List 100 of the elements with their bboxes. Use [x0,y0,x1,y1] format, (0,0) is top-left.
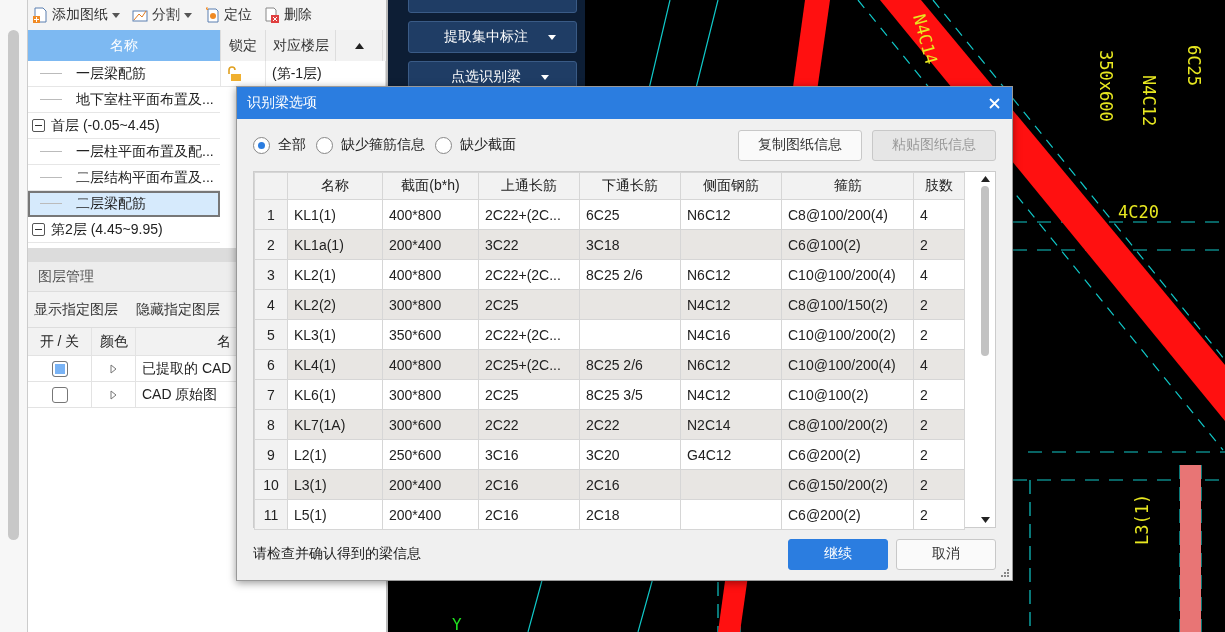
table-cell: C8@100/200(2) [781,409,914,440]
table-cell: C10@100/200(4) [781,349,914,380]
toolbar-button[interactable]: 定位 [204,6,252,24]
cad-annotation: 6C25 [1184,45,1204,86]
table-cell: 250*600 [382,439,479,470]
resize-grip-icon[interactable] [1001,569,1010,578]
table-cell: KL7(1A) [287,409,383,440]
layer-action-button[interactable]: 显示指定图层 [34,300,118,319]
collapse-icon[interactable] [32,223,45,236]
table-cell: C6@150/200(2) [781,469,914,500]
toolbar-button[interactable]: 删除 [264,6,312,24]
filter-radio[interactable]: 缺少箍筋信息 [316,136,425,154]
table-cell: N2C14 [680,409,782,440]
row-number: 4 [254,289,288,320]
scrollbar-thumb[interactable] [981,186,989,356]
layer-checkbox[interactable] [51,360,68,377]
cad-annotation: 350x600 [1096,50,1116,122]
expand-triangle-icon[interactable] [110,389,117,400]
cad-annotation: L3(1) [1132,493,1152,545]
table-cell: 2 [913,319,965,350]
table-cell: 2C22+(2C... [478,259,580,290]
table-cell: L5(1) [287,499,383,530]
table-cell: 2 [913,289,965,320]
table-cell: 2C16 [579,469,681,500]
layer-action-button[interactable]: 隐藏指定图层 [136,300,220,319]
panel-title: 图层管理 [38,267,94,286]
filter-radio[interactable]: 全部 [253,136,306,154]
split-icon [132,7,148,23]
tree-row[interactable]: 二层梁配筋 [28,191,220,217]
table-cell: 2C25 [478,379,580,410]
table-cell: 200*400 [382,469,479,500]
cad-annotation: N4C14 [909,11,942,67]
table-cell: N4C12 [680,379,782,410]
close-button[interactable] [989,97,1000,109]
row-number: 10 [254,469,288,500]
table-cell: 2 [913,229,965,260]
tool-button[interactable]: 提取集中标注 [408,21,577,53]
axis-label: Y [452,615,462,632]
table-cell: KL1(1) [287,199,383,230]
locate-icon [204,7,220,23]
row-number: 9 [254,439,288,470]
toolbar-button[interactable]: 分割 [132,6,192,24]
table-cell: 400*800 [382,349,479,380]
table-cell: 2 [913,409,965,440]
column-header: 名称 [28,30,221,61]
table-cell: C6@100(2) [781,229,914,260]
hint-text: 请检查并确认得到的梁信息 [253,545,421,563]
table-cell: 400*800 [382,199,479,230]
table-cell: KL1a(1) [287,229,383,260]
table-cell: 2C22 [478,409,580,440]
table-cell: 350*600 [382,319,479,350]
add-document-icon [32,7,48,23]
table-cell: 2 [913,469,965,500]
table-cell: C10@100/200(4) [781,259,914,290]
table-cell: 2C22 [579,409,681,440]
table-cell: KL2(1) [287,259,383,290]
action-button[interactable]: 复制图纸信息 [738,129,862,161]
table-cell: 3C16 [478,439,580,470]
table-cell: 300*600 [382,409,479,440]
table-cell: 2C16 [478,469,580,500]
table-cell: 2 [913,379,965,410]
table-cell: 2C16 [478,499,580,530]
collapse-icon[interactable] [32,119,45,132]
table-cell: 4 [913,259,965,290]
column-header: 名称 [287,172,383,200]
table-cell: 4 [913,349,965,380]
scroll-down-icon[interactable] [980,517,990,523]
table-cell: 3C22 [478,229,580,260]
table-cell: C8@100/150(2) [781,289,914,320]
column-header: 下通长筋 [579,172,681,200]
table-cell: N4C16 [680,319,782,350]
scroll-up-icon[interactable] [980,176,990,182]
table-cell: 8C25 3/5 [579,379,681,410]
column-header: 箍筋 [781,172,914,200]
expand-triangle-icon[interactable] [110,363,117,374]
cancel-button[interactable]: 取消 [896,538,996,570]
table-cell: 4 [913,199,965,230]
table-cell: 2 [913,439,965,470]
table-cell: L3(1) [287,469,383,500]
column-header: 上通长筋 [478,172,580,200]
open-padlock-icon[interactable] [227,65,243,82]
table-cell: C6@200(2) [781,439,914,470]
row-number: 2 [254,229,288,260]
table-cell: 400*800 [382,259,479,290]
row-number: 7 [254,379,288,410]
scroll-up-icon[interactable] [354,42,364,49]
column-header: 肢数 [913,172,965,200]
table-cell: C8@100/200(4) [781,199,914,230]
row-number: 5 [254,319,288,350]
layer-checkbox[interactable] [51,386,68,403]
continue-button[interactable]: 继续 [788,538,888,570]
row-number: 6 [254,349,288,380]
table-cell: 2C22+(2C... [478,199,580,230]
table-cell: N6C12 [680,199,782,230]
floor-label: (第-1层) [272,64,322,83]
table-cell: 6C25 [579,199,681,230]
table-cell: KL4(1) [287,349,383,380]
toolbar-button[interactable]: 添加图纸 [32,6,120,24]
scrollbar[interactable] [8,30,19,540]
filter-radio[interactable]: 缺少截面 [435,136,516,154]
